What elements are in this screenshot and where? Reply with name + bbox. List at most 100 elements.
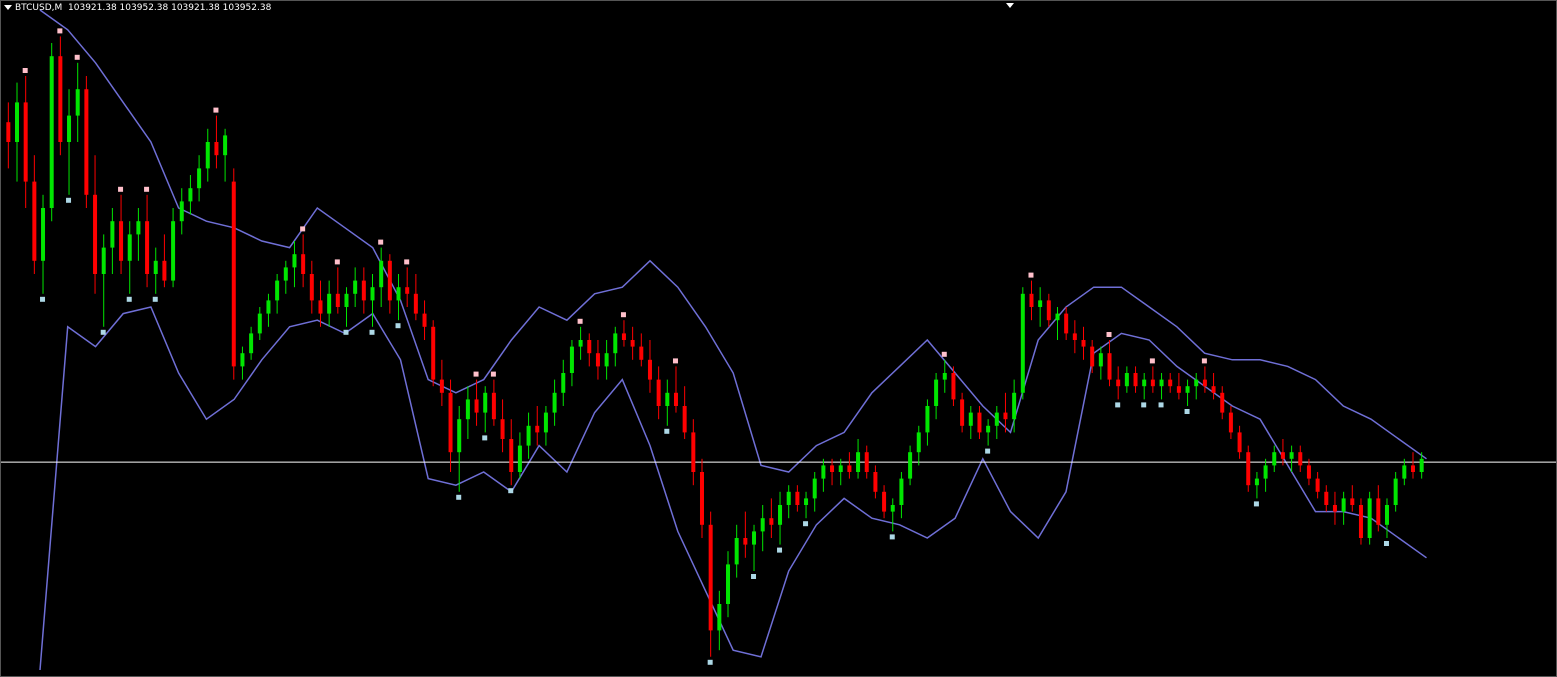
candle-body bbox=[75, 89, 80, 116]
candle-body bbox=[318, 300, 323, 314]
candle-body bbox=[786, 491, 791, 505]
candle-body bbox=[1159, 379, 1164, 387]
swing-high-marker bbox=[378, 239, 384, 245]
candle-body bbox=[1029, 293, 1034, 307]
candle-body bbox=[179, 201, 184, 222]
candle-body bbox=[110, 221, 115, 248]
swing-low-marker bbox=[456, 494, 462, 500]
shift-marker-icon bbox=[1006, 3, 1014, 8]
swing-low-marker bbox=[985, 448, 991, 454]
candle-body bbox=[500, 419, 505, 439]
candle-body bbox=[682, 406, 687, 433]
candle-body bbox=[15, 102, 20, 142]
candle-body bbox=[1090, 346, 1095, 367]
swing-high-marker bbox=[577, 318, 583, 324]
candle-body bbox=[32, 181, 37, 261]
candle-body bbox=[387, 260, 392, 301]
candle-body bbox=[543, 412, 548, 433]
swing-high-marker bbox=[74, 54, 80, 60]
candle-body bbox=[344, 293, 349, 307]
candlestick-chart-svg[interactable] bbox=[0, 0, 1557, 677]
candle-body bbox=[1393, 478, 1398, 505]
candle-body bbox=[1107, 353, 1112, 380]
candle-body bbox=[335, 293, 340, 307]
candle-body bbox=[1358, 505, 1363, 538]
swing-low-marker bbox=[369, 329, 375, 335]
candle-body bbox=[58, 56, 63, 143]
candle-body bbox=[517, 445, 522, 472]
candle-body bbox=[465, 399, 470, 420]
ohlc-readout: 103921.38 103952.38 103921.38 103952.38 bbox=[68, 3, 272, 13]
candle-body bbox=[873, 472, 878, 492]
candle-body bbox=[1306, 465, 1311, 479]
candle-body bbox=[457, 419, 462, 453]
candle-body bbox=[1237, 432, 1242, 453]
candle-body bbox=[145, 221, 150, 274]
candle-body bbox=[1220, 392, 1225, 413]
swing-low-marker bbox=[343, 329, 349, 335]
upper-band-line bbox=[39, 9, 1427, 473]
swing-low-marker bbox=[66, 197, 72, 203]
candle-body bbox=[474, 399, 479, 413]
candle-body bbox=[1176, 386, 1181, 393]
dropdown-triangle-icon[interactable] bbox=[4, 5, 12, 10]
swing-low-marker bbox=[395, 323, 401, 329]
swing-low-marker bbox=[126, 296, 132, 302]
candle-body bbox=[595, 353, 600, 367]
candle-body bbox=[630, 340, 635, 347]
candle-body bbox=[422, 313, 427, 327]
candle-body bbox=[1038, 300, 1043, 307]
candle-body bbox=[795, 491, 800, 505]
swing-high-marker bbox=[118, 186, 124, 192]
candle-body bbox=[1350, 498, 1355, 505]
candle-body bbox=[153, 260, 158, 274]
candle-body bbox=[691, 432, 696, 472]
candle-body bbox=[491, 392, 496, 420]
candle-body bbox=[431, 326, 436, 380]
swing-high-marker bbox=[1028, 272, 1034, 278]
candle-body bbox=[127, 234, 132, 261]
candle-body bbox=[171, 221, 176, 281]
candle-body bbox=[1133, 373, 1138, 387]
candle-body bbox=[830, 465, 835, 472]
swing-low-marker bbox=[508, 488, 514, 494]
swing-low-marker bbox=[777, 547, 783, 553]
candle-body bbox=[699, 472, 704, 525]
candle-body bbox=[1064, 313, 1069, 334]
swing-high-marker bbox=[941, 351, 947, 357]
swing-low-marker bbox=[1253, 501, 1259, 507]
candle-body bbox=[379, 260, 384, 288]
candle-body bbox=[188, 188, 193, 202]
symbol-header: BTCUSD,M 103921.38 103952.38 103921.38 1… bbox=[4, 3, 271, 13]
candle-body bbox=[1046, 300, 1051, 321]
candle-body bbox=[587, 340, 592, 354]
price-chart[interactable] bbox=[0, 0, 1557, 677]
candle-body bbox=[621, 333, 626, 340]
swing-high-marker bbox=[57, 28, 63, 34]
candle-body bbox=[847, 465, 852, 472]
candle-body bbox=[231, 181, 236, 367]
candle-body bbox=[743, 538, 748, 545]
candle-body bbox=[578, 340, 583, 347]
candle-body bbox=[838, 465, 843, 472]
swing-low-marker bbox=[707, 659, 713, 665]
candle-body bbox=[1202, 379, 1207, 387]
candle-body bbox=[656, 379, 661, 406]
candle-body bbox=[49, 56, 54, 209]
candle-body bbox=[1228, 412, 1233, 433]
candle-body bbox=[119, 221, 124, 261]
candle-body bbox=[1324, 491, 1329, 505]
candle-body bbox=[1003, 412, 1008, 420]
candle-body bbox=[197, 168, 202, 189]
candle-body bbox=[647, 359, 652, 380]
candle-body bbox=[223, 135, 228, 156]
swing-low-marker bbox=[40, 296, 46, 302]
candle-body bbox=[856, 452, 861, 472]
candle-body bbox=[509, 439, 514, 472]
candle-body bbox=[864, 452, 869, 472]
candle-body bbox=[93, 194, 98, 274]
candle-body bbox=[1402, 465, 1407, 479]
candle-body bbox=[448, 392, 453, 453]
swing-high-marker bbox=[672, 358, 678, 364]
candle-body bbox=[240, 353, 245, 367]
